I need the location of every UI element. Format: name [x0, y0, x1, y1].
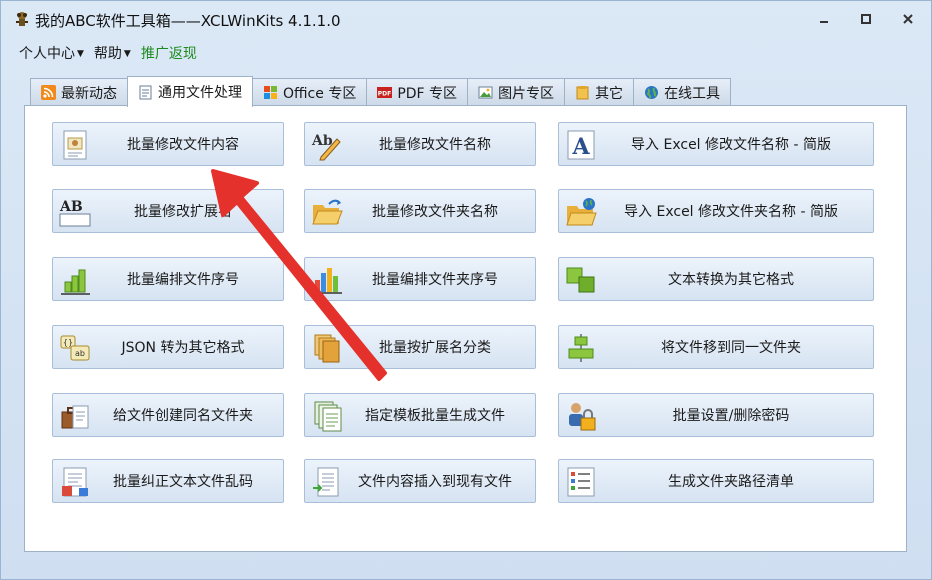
image-icon — [478, 86, 493, 99]
menu-personal-label: 个人中心 — [19, 46, 75, 62]
tab-label: 通用文件处理 — [158, 85, 242, 101]
tab-online-tools[interactable]: 在线工具 — [633, 78, 732, 106]
menu-promo[interactable]: 推广返现 — [139, 41, 199, 65]
app-window: 我的ABC软件工具箱——XCLWinKits 4.1.1.0 个人中心 ▼ 帮助 ▼… — [0, 0, 932, 580]
file-content-icon — [63, 130, 87, 160]
minimize-button[interactable] — [807, 7, 841, 31]
minimize-icon — [820, 21, 828, 23]
excel-rename-folders-lite-button[interactable]: 导入 Excel 修改文件夹名称 - 简版 — [558, 189, 874, 233]
menu-bar: 个人中心 ▼ 帮助 ▼ 推广返现 — [17, 41, 199, 65]
template-generate-files-button[interactable]: 指定模板批量生成文件 — [304, 393, 536, 437]
restore-icon — [861, 14, 871, 24]
menu-personal-center[interactable]: 个人中心 ▼ — [17, 41, 86, 65]
folder-open-icon — [312, 199, 343, 225]
list-icon — [567, 467, 595, 497]
tab-images[interactable]: 图片专区 — [467, 78, 566, 106]
folder-globe-icon — [566, 198, 597, 226]
close-icon — [903, 14, 913, 24]
menu-help-label: 帮助 — [93, 46, 122, 62]
chevron-down-icon: ▼ — [123, 49, 131, 59]
ab-extension-icon: AB — [59, 199, 91, 227]
batch-rename-files-button[interactable]: Ab 批量修改文件名称 — [304, 122, 536, 166]
tab-other[interactable]: 其它 — [564, 78, 635, 106]
convert-text-format-button[interactable]: 文本转换为其它格式 — [558, 257, 874, 301]
batch-number-files-button[interactable]: 批量编排文件序号 — [52, 257, 284, 301]
bar-chart-color-icon — [313, 268, 342, 294]
batch-edit-extension-button[interactable]: AB 批量修改扩展名 — [52, 189, 284, 233]
office-icon — [264, 86, 277, 99]
briefcase-file-icon — [61, 405, 89, 429]
button-label: 将文件移到同一文件夹 — [661, 340, 801, 356]
user-lock-icon — [569, 403, 596, 431]
text-file-fix-icon — [62, 467, 88, 497]
close-button[interactable] — [891, 7, 925, 31]
create-same-name-folder-button[interactable]: 给文件创建同名文件夹 — [52, 393, 284, 437]
fix-text-encoding-button[interactable]: 批量纠正文本文件乱码 — [52, 459, 284, 503]
tab-label: 图片专区 — [498, 85, 555, 102]
document-icon — [139, 85, 152, 99]
tab-strip: 最新动态 通用文件处理 Office 专区 PDF PDF 专区 图片专区 其它… — [30, 76, 732, 107]
insert-content-existing-file-button[interactable]: 文件内容插入到现有文件 — [304, 459, 536, 503]
folder-icon — [576, 86, 589, 100]
tab-label: 在线工具 — [664, 85, 721, 102]
batch-number-folders-button[interactable]: 批量编排文件夹序号 — [304, 257, 536, 301]
classify-by-extension-button[interactable]: 批量按扩展名分类 — [304, 325, 536, 369]
tab-office[interactable]: Office 专区 — [252, 78, 368, 106]
generate-folder-path-list-button[interactable]: 生成文件夹路径清单 — [558, 459, 874, 503]
excel-rename-files-lite-button[interactable]: A 导入 Excel 修改文件名称 - 简版 — [558, 122, 874, 166]
svg-text:A: A — [571, 134, 590, 160]
button-label: 生成文件夹路径清单 — [668, 474, 794, 490]
svg-text:{}: {} — [63, 338, 73, 347]
letter-a-icon: A — [567, 130, 595, 160]
app-logo-icon — [16, 12, 28, 26]
insert-file-icon — [313, 467, 339, 497]
align-center-icon — [568, 334, 594, 362]
rename-pencil-icon: Ab — [311, 133, 341, 161]
globe-icon — [645, 86, 659, 99]
window-title: 我的ABC软件工具箱——XCLWinKits 4.1.1.0 — [35, 12, 341, 30]
button-label: 批量设置/删除密码 — [672, 408, 790, 424]
bar-chart-green-icon — [61, 269, 90, 295]
tab-content-panel: 批量修改文件内容 Ab 批量修改文件名称 A 导入 Excel 修改文件名称 -… — [24, 105, 907, 552]
tab-label: 其它 — [595, 85, 624, 102]
button-label: 文本转换为其它格式 — [668, 272, 794, 288]
chevron-down-icon: ▼ — [77, 49, 84, 59]
button-label: 导入 Excel 修改文件名称 - 简版 — [631, 137, 831, 153]
json-icon: {}ab — [60, 335, 90, 361]
tab-label: Office 专区 — [283, 85, 357, 102]
menu-help[interactable]: 帮助 ▼ — [92, 41, 133, 65]
tab-news[interactable]: 最新动态 — [30, 78, 128, 106]
svg-text:ab: ab — [75, 349, 85, 358]
move-files-same-folder-button[interactable]: 将文件移到同一文件夹 — [558, 325, 874, 369]
svg-text:PDF: PDF — [378, 91, 391, 98]
restore-button[interactable] — [849, 7, 883, 31]
pdf-icon: PDF — [377, 87, 393, 98]
title-bar[interactable]: 我的ABC软件工具箱——XCLWinKits 4.1.1.0 — [1, 1, 931, 37]
batch-edit-file-content-button[interactable]: 批量修改文件内容 — [52, 122, 284, 166]
tab-label: 最新动态 — [61, 85, 117, 102]
batch-set-remove-password-button[interactable]: 批量设置/删除密码 — [558, 393, 874, 437]
json-convert-button[interactable]: {} ab JSON 转为其它格式 — [52, 325, 284, 369]
stack-folders-icon — [314, 334, 340, 363]
tab-general-files[interactable]: 通用文件处理 — [127, 76, 253, 107]
tab-pdf[interactable]: PDF PDF 专区 — [366, 78, 469, 106]
button-label: 导入 Excel 修改文件夹名称 - 简版 — [624, 204, 838, 220]
batch-rename-folders-button[interactable]: 批量修改文件夹名称 — [304, 189, 536, 233]
tab-label: PDF 专区 — [397, 85, 458, 102]
template-stack-icon — [314, 401, 342, 432]
convert-squares-icon — [566, 267, 595, 293]
svg-text:AB: AB — [59, 199, 83, 215]
rss-icon — [41, 85, 56, 100]
